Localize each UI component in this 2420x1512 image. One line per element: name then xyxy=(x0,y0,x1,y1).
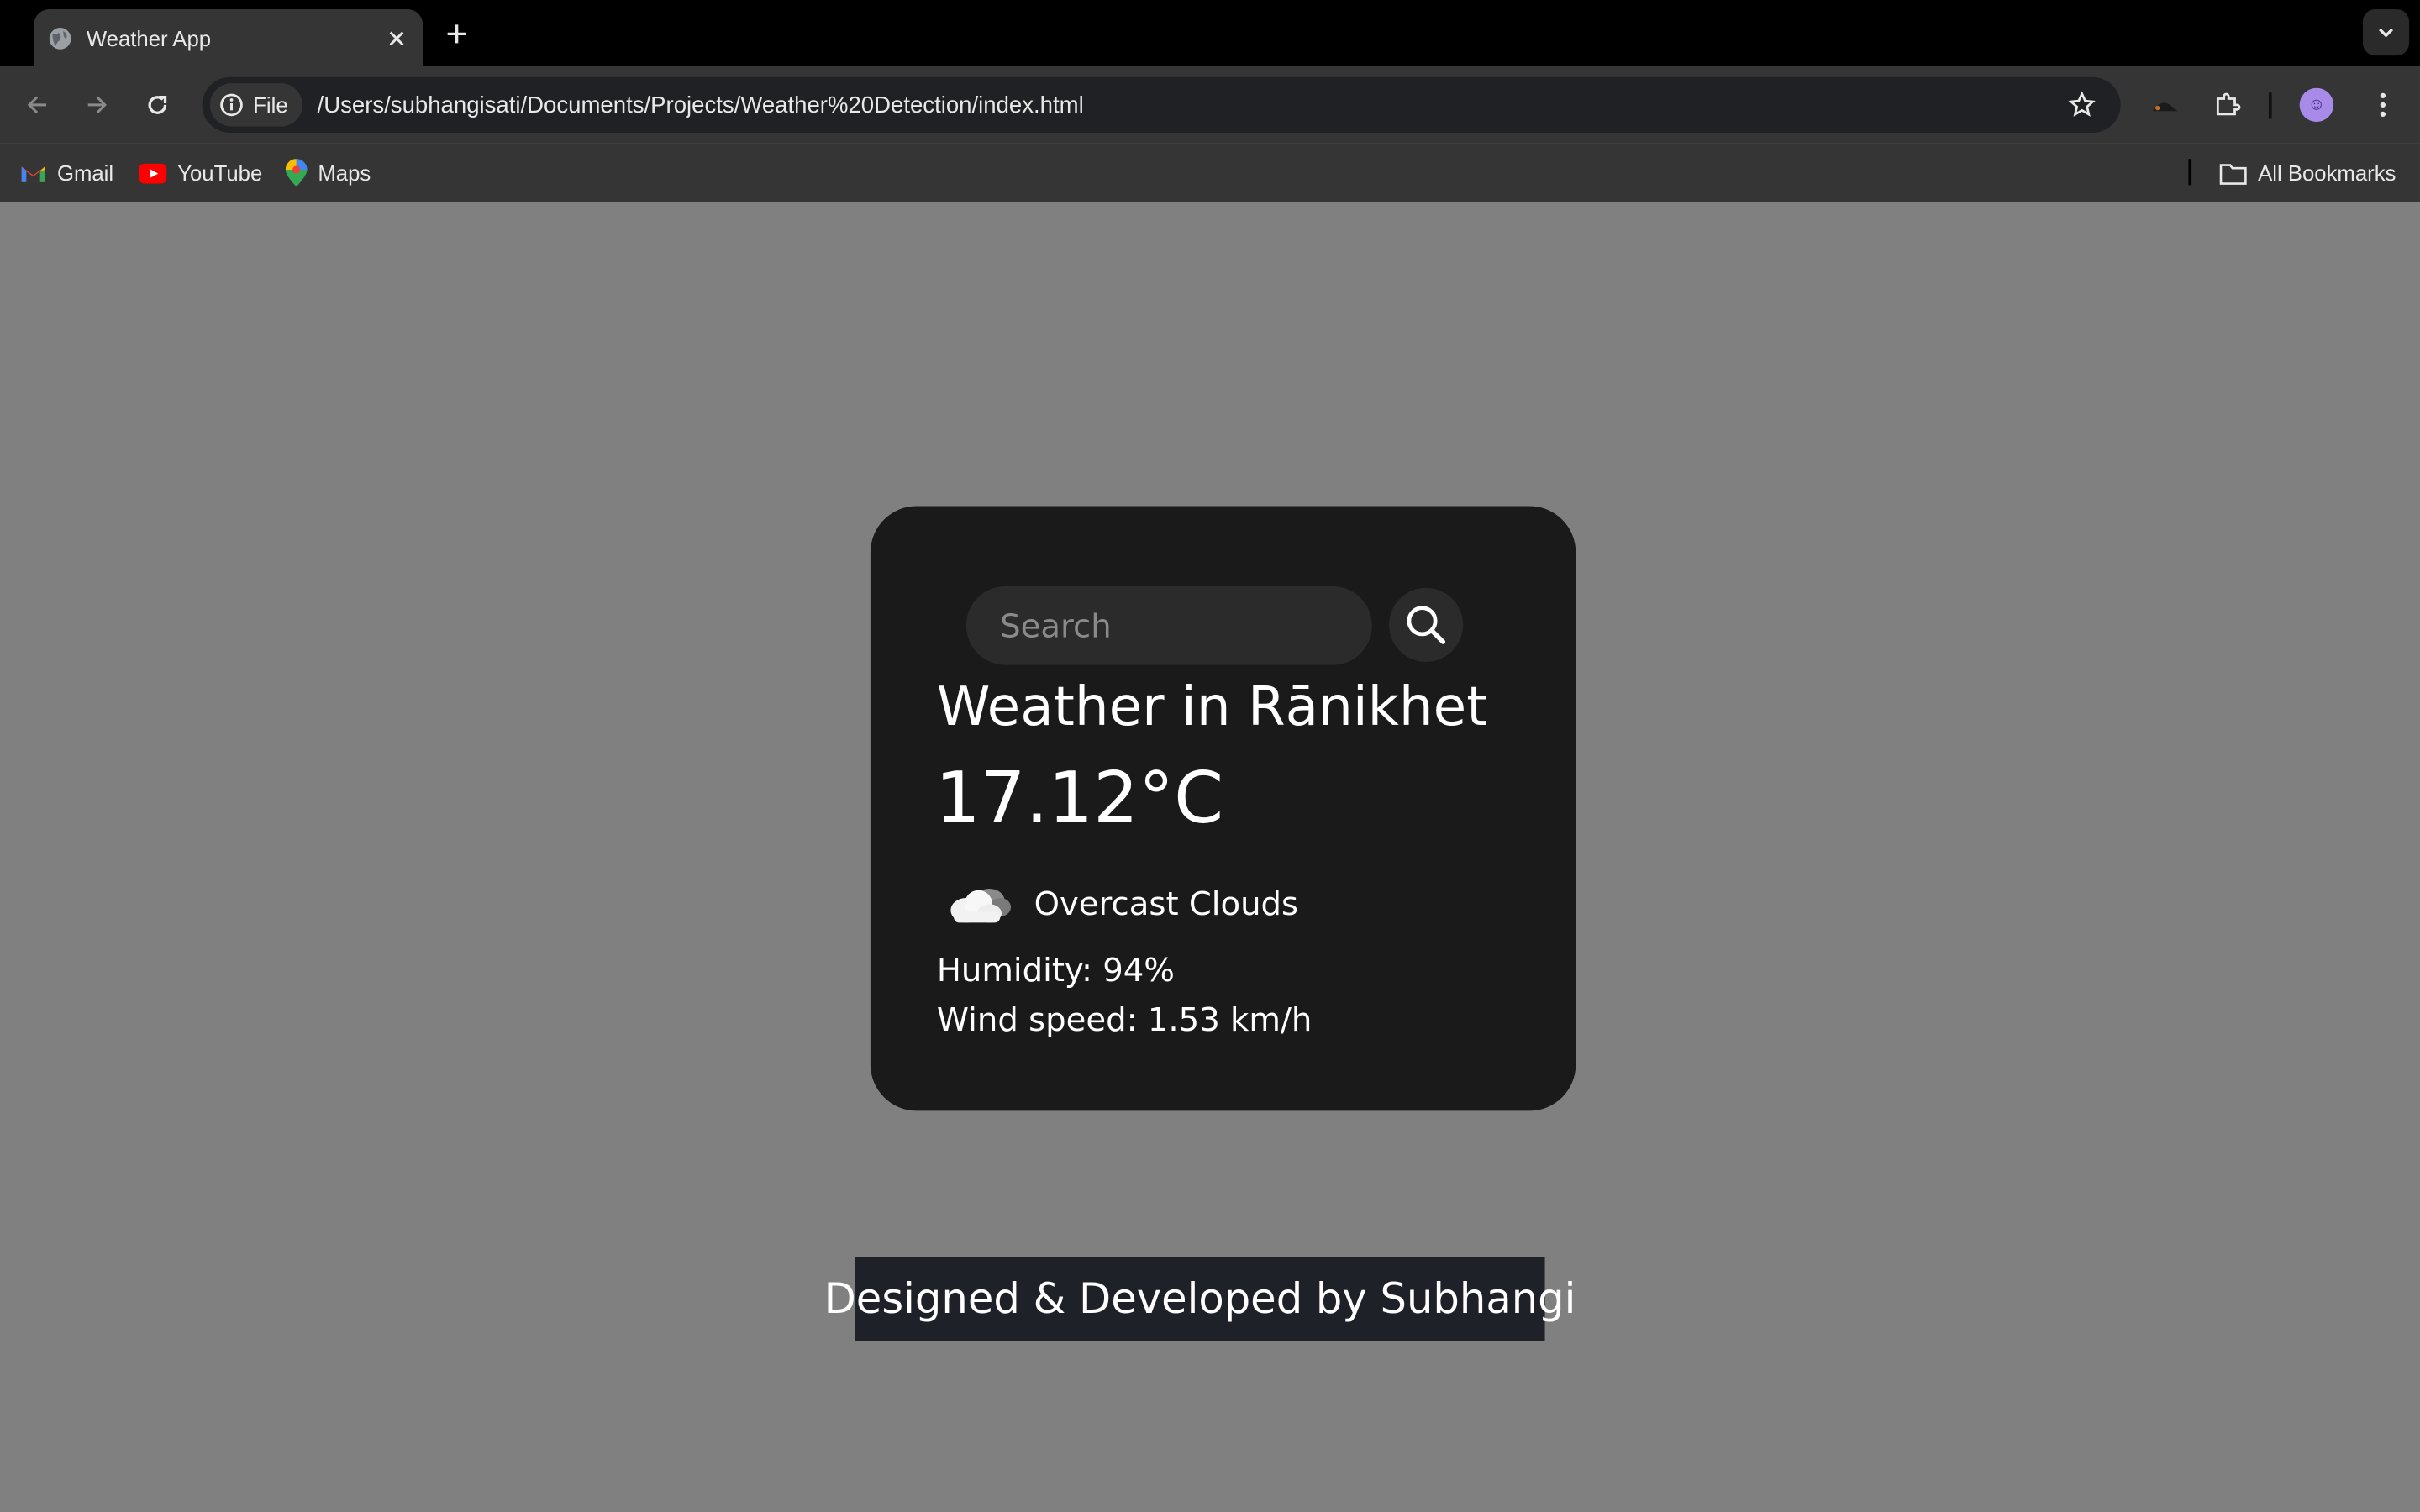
tab-title: Weather App xyxy=(86,25,212,50)
weather-description: Overcast Clouds xyxy=(1034,885,1299,923)
maps-icon xyxy=(285,159,308,187)
back-button[interactable] xyxy=(17,85,57,125)
profile-avatar[interactable]: ☺ xyxy=(2299,87,2334,123)
site-info-chip[interactable]: File xyxy=(209,83,302,127)
search-icon xyxy=(1407,606,1446,644)
bookmarks-bar: Gmail YouTube Maps All Bookmarks xyxy=(0,143,2420,204)
page-content: Weather in Rānikhet 17.12°C Overcast Clo… xyxy=(0,202,2420,1512)
cloud-icon xyxy=(941,876,1015,932)
chip-label: File xyxy=(253,92,288,118)
bookmark-gmail[interactable]: Gmail xyxy=(20,157,113,188)
forward-button[interactable] xyxy=(77,85,118,125)
url-text[interactable]: /Users/subhangisati/Documents/Projects/W… xyxy=(318,92,2062,118)
puzzle-icon[interactable] xyxy=(2207,85,2247,125)
temperature: 17.12°C xyxy=(935,755,1224,840)
youtube-icon xyxy=(139,162,167,183)
search-input[interactable] xyxy=(965,585,1372,665)
globe-icon xyxy=(48,25,72,50)
extension-icon[interactable] xyxy=(2145,85,2186,125)
tab-weather-app[interactable]: Weather App xyxy=(34,9,424,66)
toolbar: File /Users/subhangisati/Documents/Proje… xyxy=(0,66,2420,144)
city-heading: Weather in Rānikhet xyxy=(936,677,1488,739)
browser-window: Weather App File /Users/subhangisati/Doc… xyxy=(0,0,2420,1512)
footer-credit: Designed & Developed by Subhangi xyxy=(824,1257,1576,1341)
bookmarks-divider xyxy=(2188,159,2192,186)
bookmark-youtube[interactable]: YouTube xyxy=(139,157,262,188)
bookmark-maps[interactable]: Maps xyxy=(285,157,371,188)
bookmark-label: Maps xyxy=(318,160,371,186)
close-icon[interactable] xyxy=(378,19,415,56)
all-bookmarks-label: All Bookmarks xyxy=(2258,160,2396,186)
info-icon xyxy=(220,93,243,117)
gmail-icon xyxy=(21,165,45,181)
bookmark-label: YouTube xyxy=(177,160,263,186)
toolbar-divider xyxy=(2268,92,2272,119)
all-bookmarks-button[interactable]: All Bookmarks xyxy=(2219,157,2396,188)
tab-strip: Weather App xyxy=(0,0,2420,66)
address-bar[interactable]: File /Users/subhangisati/Documents/Proje… xyxy=(202,76,2121,133)
humidity-text: Humidity: 94% xyxy=(936,952,1175,990)
tab-search-button[interactable] xyxy=(2362,9,2410,56)
folder-icon xyxy=(2219,163,2247,184)
weather-card: Weather in Rānikhet 17.12°C Overcast Clo… xyxy=(870,506,1576,1111)
bookmark-label: Gmail xyxy=(56,160,114,186)
star-icon[interactable] xyxy=(2062,85,2102,125)
wind-speed-text: Wind speed: 1.53 km/h xyxy=(936,1001,1313,1039)
reload-button[interactable] xyxy=(137,85,177,125)
new-tab-button[interactable] xyxy=(437,14,477,55)
menu-icon[interactable] xyxy=(2363,85,2403,125)
search-button[interactable] xyxy=(1389,587,1464,662)
